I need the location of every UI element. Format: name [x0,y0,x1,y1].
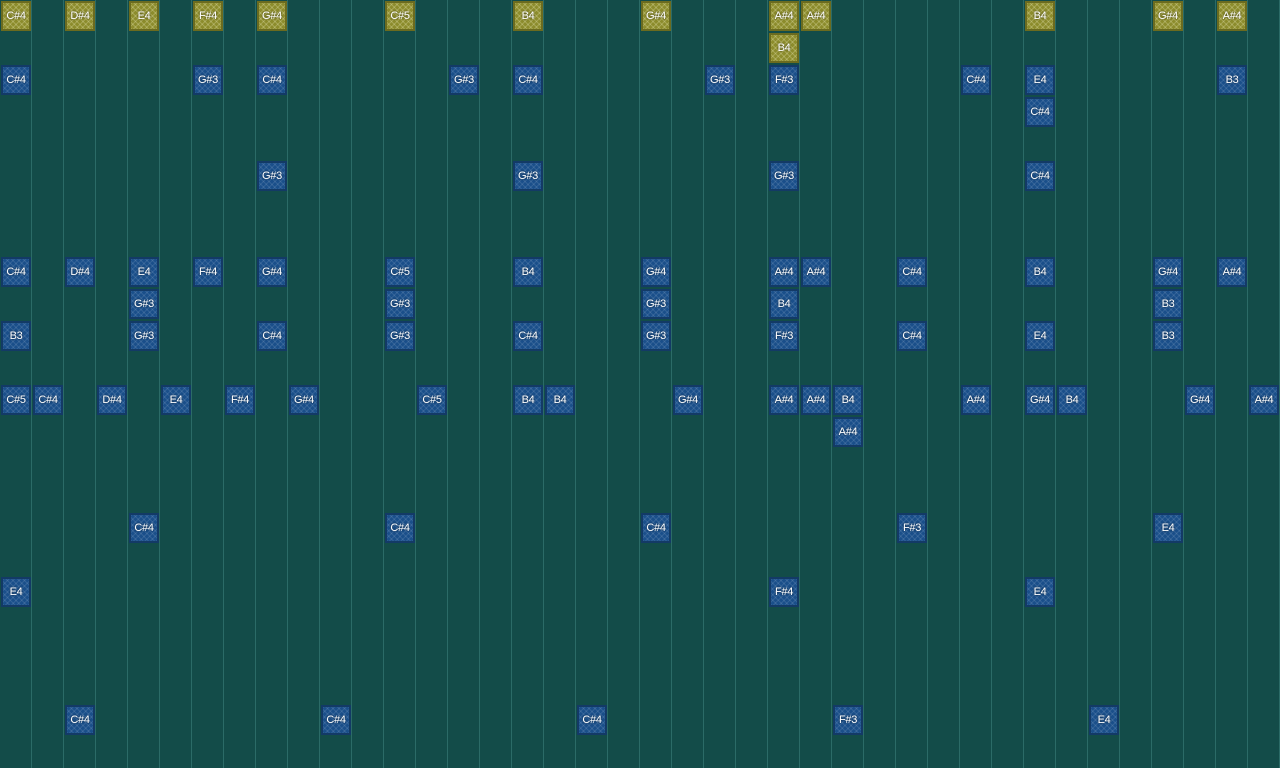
note-block[interactable]: C#4 [577,705,607,735]
note-block[interactable]: G#3 [769,161,799,191]
note-block[interactable]: C#4 [513,321,543,351]
note-block[interactable]: D#4 [97,385,127,415]
note-block[interactable]: G#3 [129,321,159,351]
note-block[interactable]: B4 [1025,257,1055,287]
note-block[interactable]: C#4 [129,513,159,543]
note-block[interactable]: A#4 [801,385,831,415]
note-block[interactable]: A#4 [1249,385,1279,415]
note-block[interactable]: G#3 [513,161,543,191]
note-block[interactable]: C#4 [641,513,671,543]
note-block[interactable]: B4 [833,385,863,415]
note-block[interactable]: C#4 [897,321,927,351]
note-block[interactable]: D#4 [65,1,95,31]
note-block[interactable]: G#4 [641,1,671,31]
note-block[interactable]: D#4 [65,257,95,287]
note-block[interactable]: E4 [1089,705,1119,735]
note-block[interactable]: F#3 [769,321,799,351]
note-block[interactable]: B3 [1153,289,1183,319]
note-block[interactable]: C#4 [897,257,927,287]
note-block[interactable]: F#4 [769,577,799,607]
note-block[interactable]: F#4 [193,1,223,31]
note-block[interactable]: A#4 [769,385,799,415]
note-block[interactable]: C#4 [1025,161,1055,191]
note-block[interactable]: G#4 [257,257,287,287]
note-block[interactable]: C#5 [385,257,415,287]
note-block[interactable]: C#4 [321,705,351,735]
note-block[interactable]: B4 [545,385,575,415]
note-block[interactable]: G#3 [705,65,735,95]
note-block[interactable]: G#4 [1185,385,1215,415]
note-block[interactable]: C#4 [385,513,415,543]
note-block[interactable]: C#4 [1,1,31,31]
note-block[interactable]: B3 [1,321,31,351]
note-block[interactable]: B4 [1025,1,1055,31]
note-block[interactable]: B4 [513,1,543,31]
note-block[interactable]: G#3 [449,65,479,95]
note-block[interactable]: A#4 [769,1,799,31]
note-block[interactable]: F#3 [833,705,863,735]
note-block[interactable]: B4 [513,257,543,287]
note-block[interactable]: G#4 [257,1,287,31]
note-block[interactable]: B4 [1057,385,1087,415]
note-block[interactable]: G#3 [129,289,159,319]
note-block[interactable]: C#4 [1,65,31,95]
note-block[interactable]: G#3 [385,321,415,351]
note-block[interactable]: F#4 [193,257,223,287]
note-block[interactable]: A#4 [1217,257,1247,287]
note-block[interactable]: G#3 [257,161,287,191]
note-block[interactable]: G#3 [641,321,671,351]
note-block[interactable]: E4 [1153,513,1183,543]
note-block[interactable]: E4 [161,385,191,415]
note-block[interactable]: E4 [1025,577,1055,607]
note-block[interactable]: E4 [1025,321,1055,351]
note-block[interactable]: A#4 [801,1,831,31]
note-grid[interactable]: C#4 D#4 E4 F#4 G#4 C#5 B4 G#4 A#4 A#4 B4 G#4 A#4 B4 C#… [0,0,1280,768]
note-block[interactable]: F#3 [897,513,927,543]
note-block[interactable]: C#4 [65,705,95,735]
note-block[interactable]: G#4 [1025,385,1055,415]
note-block[interactable]: G#3 [641,289,671,319]
note-block[interactable]: B4 [769,33,799,63]
note-block[interactable]: A#4 [769,257,799,287]
note-block[interactable]: E4 [129,257,159,287]
note-block[interactable]: B4 [769,289,799,319]
note-block[interactable]: G#4 [673,385,703,415]
note-block[interactable]: A#4 [801,257,831,287]
note-block[interactable]: B3 [1153,321,1183,351]
note-block[interactable]: E4 [129,1,159,31]
note-block[interactable]: A#4 [1217,1,1247,31]
note-block[interactable]: B4 [513,385,543,415]
note-block[interactable]: A#4 [833,417,863,447]
note-block[interactable]: E4 [1,577,31,607]
note-block[interactable]: G#4 [1153,257,1183,287]
note-block[interactable]: G#3 [193,65,223,95]
note-block[interactable]: B3 [1217,65,1247,95]
note-block[interactable]: C#4 [257,65,287,95]
note-block[interactable]: C#5 [385,1,415,31]
note-block[interactable]: C#5 [1,385,31,415]
note-block[interactable]: F#3 [769,65,799,95]
note-block[interactable]: C#5 [417,385,447,415]
note-block[interactable]: G#4 [289,385,319,415]
note-block[interactable]: C#4 [1025,97,1055,127]
note-block[interactable]: C#4 [961,65,991,95]
note-block[interactable]: F#4 [225,385,255,415]
note-block[interactable]: G#3 [385,289,415,319]
note-block[interactable]: C#4 [33,385,63,415]
note-block[interactable]: A#4 [961,385,991,415]
note-block[interactable]: C#4 [257,321,287,351]
note-block[interactable]: C#4 [513,65,543,95]
note-block[interactable]: C#4 [1,257,31,287]
note-block[interactable]: G#4 [1153,1,1183,31]
note-block[interactable]: E4 [1025,65,1055,95]
note-block[interactable]: G#4 [641,257,671,287]
